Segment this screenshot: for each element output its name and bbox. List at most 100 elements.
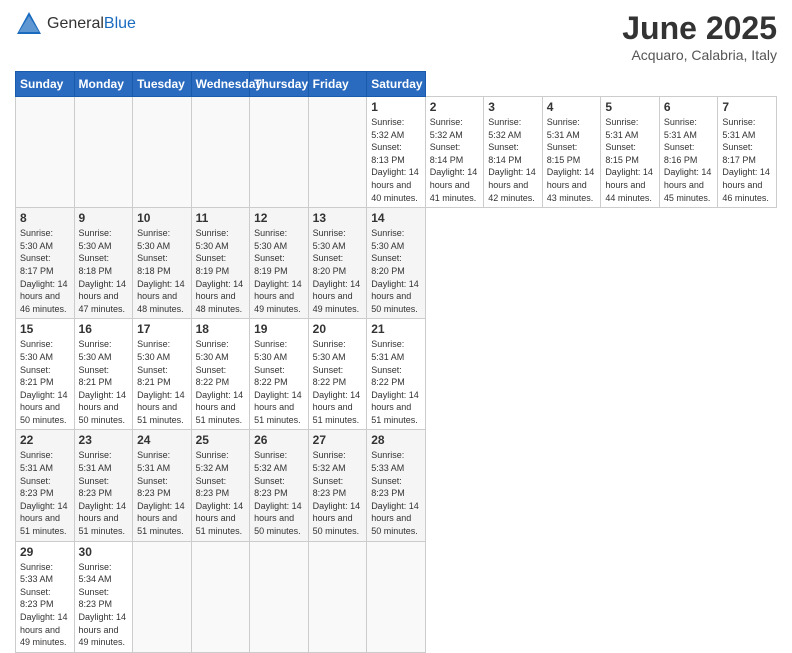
day-info: Sunrise: 5:32 AM Sunset: 8:23 PM Dayligh… (313, 449, 363, 537)
day-info: Sunrise: 5:31 AM Sunset: 8:23 PM Dayligh… (79, 449, 129, 537)
day-info: Sunrise: 5:32 AM Sunset: 8:13 PM Dayligh… (371, 116, 421, 204)
daylight: Daylight: 14 hours and 50 minutes. (313, 500, 363, 538)
day-info: Sunrise: 5:31 AM Sunset: 8:23 PM Dayligh… (137, 449, 187, 537)
day-info: Sunrise: 5:31 AM Sunset: 8:16 PM Dayligh… (664, 116, 714, 204)
sunrise: Sunrise: 5:34 AM (79, 561, 129, 586)
day-number: 23 (79, 433, 129, 447)
header-sunday: Sunday (16, 72, 75, 97)
sunset: Sunset: 8:21 PM (20, 364, 70, 389)
sunset: Sunset: 8:23 PM (20, 586, 70, 611)
table-row: 26 Sunrise: 5:32 AM Sunset: 8:23 PM Dayl… (250, 430, 309, 541)
daylight: Daylight: 14 hours and 49 minutes. (254, 278, 304, 316)
table-row: 4 Sunrise: 5:31 AM Sunset: 8:15 PM Dayli… (542, 97, 601, 208)
daylight: Daylight: 14 hours and 47 minutes. (79, 278, 129, 316)
sunrise: Sunrise: 5:32 AM (371, 116, 421, 141)
sunset: Sunset: 8:18 PM (137, 252, 187, 277)
table-row: 9 Sunrise: 5:30 AM Sunset: 8:18 PM Dayli… (74, 208, 133, 319)
table-row: 10 Sunrise: 5:30 AM Sunset: 8:18 PM Dayl… (133, 208, 192, 319)
day-info: Sunrise: 5:30 AM Sunset: 8:20 PM Dayligh… (313, 227, 363, 315)
table-row: 8 Sunrise: 5:30 AM Sunset: 8:17 PM Dayli… (16, 208, 75, 319)
sunrise: Sunrise: 5:31 AM (605, 116, 655, 141)
sunset: Sunset: 8:22 PM (254, 364, 304, 389)
sunset: Sunset: 8:20 PM (371, 252, 421, 277)
sunrise: Sunrise: 5:30 AM (313, 338, 363, 363)
daylight: Daylight: 14 hours and 49 minutes. (313, 278, 363, 316)
sunset: Sunset: 8:23 PM (196, 475, 246, 500)
table-row: 22 Sunrise: 5:31 AM Sunset: 8:23 PM Dayl… (16, 430, 75, 541)
logo-blue: Blue (104, 15, 136, 32)
month-title: June 2025 (622, 10, 777, 47)
header-tuesday: Tuesday (133, 72, 192, 97)
sunset: Sunset: 8:14 PM (430, 141, 480, 166)
table-row: 30 Sunrise: 5:34 AM Sunset: 8:23 PM Dayl… (74, 541, 133, 652)
table-row (16, 97, 75, 208)
sunset: Sunset: 8:14 PM (488, 141, 538, 166)
table-row: 16 Sunrise: 5:30 AM Sunset: 8:21 PM Dayl… (74, 319, 133, 430)
sunset: Sunset: 8:23 PM (313, 475, 363, 500)
daylight: Daylight: 14 hours and 41 minutes. (430, 166, 480, 204)
sunset: Sunset: 8:21 PM (79, 364, 129, 389)
daylight: Daylight: 14 hours and 51 minutes. (254, 389, 304, 427)
logo-icon (15, 10, 43, 38)
day-info: Sunrise: 5:34 AM Sunset: 8:23 PM Dayligh… (79, 561, 129, 649)
header-monday: Monday (74, 72, 133, 97)
day-info: Sunrise: 5:30 AM Sunset: 8:21 PM Dayligh… (20, 338, 70, 426)
sunset: Sunset: 8:22 PM (313, 364, 363, 389)
day-number: 20 (313, 322, 363, 336)
table-row: 21 Sunrise: 5:31 AM Sunset: 8:22 PM Dayl… (367, 319, 426, 430)
table-row: 19 Sunrise: 5:30 AM Sunset: 8:22 PM Dayl… (250, 319, 309, 430)
day-info: Sunrise: 5:30 AM Sunset: 8:22 PM Dayligh… (313, 338, 363, 426)
table-row (367, 541, 426, 652)
sunrise: Sunrise: 5:30 AM (20, 338, 70, 363)
sunset: Sunset: 8:20 PM (313, 252, 363, 277)
day-number: 15 (20, 322, 70, 336)
table-row: 6 Sunrise: 5:31 AM Sunset: 8:16 PM Dayli… (659, 97, 718, 208)
day-number: 8 (20, 211, 70, 225)
sunset: Sunset: 8:23 PM (79, 475, 129, 500)
sunrise: Sunrise: 5:31 AM (79, 449, 129, 474)
daylight: Daylight: 14 hours and 50 minutes. (371, 278, 421, 316)
day-number: 30 (79, 545, 129, 559)
sunset: Sunset: 8:21 PM (137, 364, 187, 389)
sunrise: Sunrise: 5:32 AM (254, 449, 304, 474)
sunrise: Sunrise: 5:30 AM (371, 227, 421, 252)
day-number: 28 (371, 433, 421, 447)
sunrise: Sunrise: 5:33 AM (371, 449, 421, 474)
daylight: Daylight: 14 hours and 51 minutes. (313, 389, 363, 427)
page-header: GeneralBlue June 2025 Acquaro, Calabria,… (15, 10, 777, 63)
day-number: 12 (254, 211, 304, 225)
daylight: Daylight: 14 hours and 50 minutes. (254, 500, 304, 538)
day-info: Sunrise: 5:31 AM Sunset: 8:15 PM Dayligh… (547, 116, 597, 204)
table-row (133, 541, 192, 652)
table-row (308, 97, 367, 208)
table-row (74, 97, 133, 208)
logo-general: General (47, 15, 104, 32)
daylight: Daylight: 14 hours and 46 minutes. (722, 166, 772, 204)
daylight: Daylight: 14 hours and 42 minutes. (488, 166, 538, 204)
daylight: Daylight: 14 hours and 45 minutes. (664, 166, 714, 204)
sunrise: Sunrise: 5:32 AM (313, 449, 363, 474)
daylight: Daylight: 14 hours and 50 minutes. (20, 389, 70, 427)
table-row: 2 Sunrise: 5:32 AM Sunset: 8:14 PM Dayli… (425, 97, 484, 208)
daylight: Daylight: 14 hours and 50 minutes. (79, 389, 129, 427)
day-info: Sunrise: 5:31 AM Sunset: 8:17 PM Dayligh… (722, 116, 772, 204)
day-number: 9 (79, 211, 129, 225)
table-row (191, 97, 250, 208)
sunrise: Sunrise: 5:30 AM (313, 227, 363, 252)
sunrise: Sunrise: 5:31 AM (664, 116, 714, 141)
day-number: 19 (254, 322, 304, 336)
table-row: 18 Sunrise: 5:30 AM Sunset: 8:22 PM Dayl… (191, 319, 250, 430)
daylight: Daylight: 14 hours and 49 minutes. (20, 611, 70, 649)
sunrise: Sunrise: 5:30 AM (196, 227, 246, 252)
sunset: Sunset: 8:15 PM (605, 141, 655, 166)
table-row (191, 541, 250, 652)
sunset: Sunset: 8:23 PM (254, 475, 304, 500)
sunset: Sunset: 8:16 PM (664, 141, 714, 166)
header-saturday: Saturday (367, 72, 426, 97)
day-info: Sunrise: 5:30 AM Sunset: 8:22 PM Dayligh… (196, 338, 246, 426)
daylight: Daylight: 14 hours and 51 minutes. (137, 500, 187, 538)
day-number: 5 (605, 100, 655, 114)
day-info: Sunrise: 5:30 AM Sunset: 8:22 PM Dayligh… (254, 338, 304, 426)
day-info: Sunrise: 5:31 AM Sunset: 8:22 PM Dayligh… (371, 338, 421, 426)
header-thursday: Thursday (250, 72, 309, 97)
